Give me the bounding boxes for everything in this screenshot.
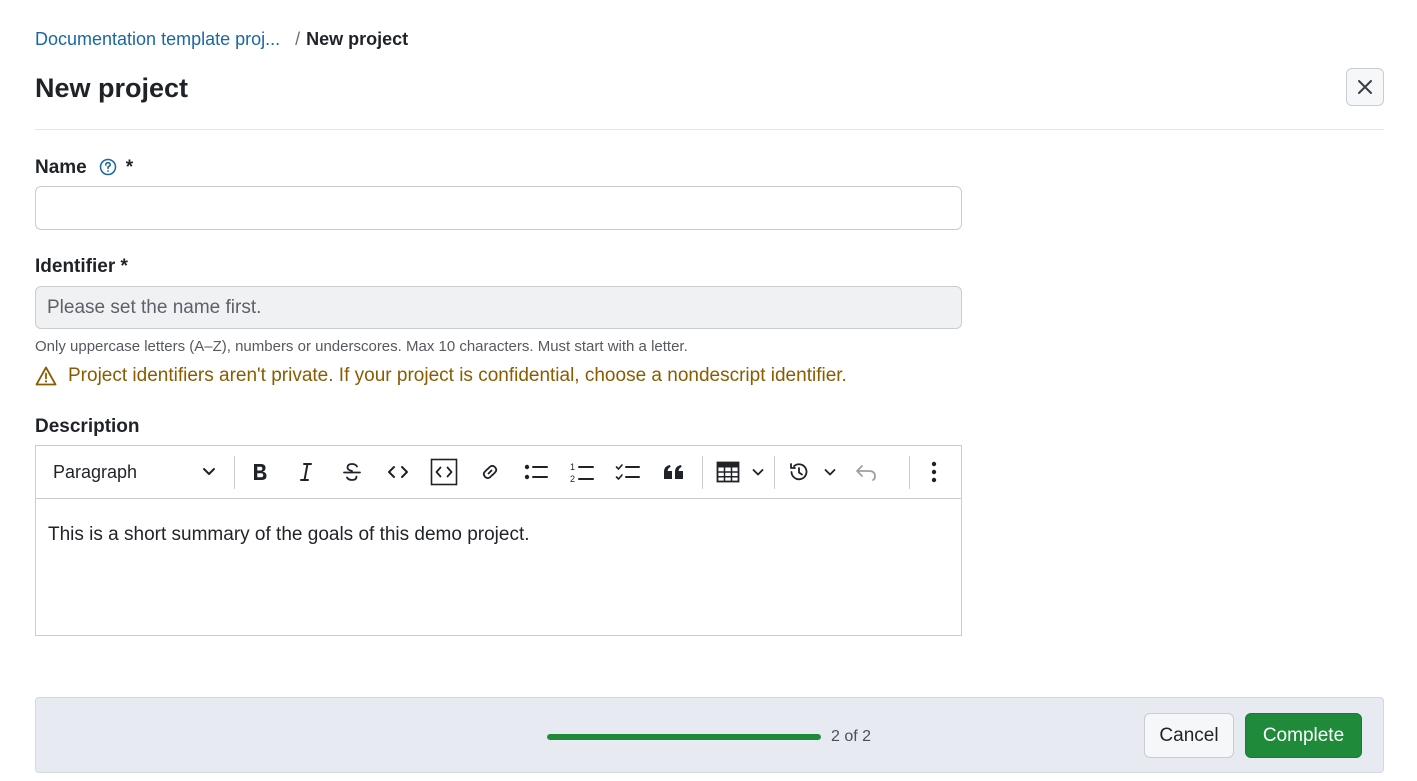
cancel-button[interactable]: Cancel (1144, 713, 1234, 758)
toolbar-divider (702, 456, 703, 489)
task-list-icon (615, 464, 640, 480)
strikethrough-icon (343, 463, 361, 481)
more-options-button[interactable] (916, 454, 952, 490)
progress-bar (547, 734, 821, 740)
identifier-warning: Project identifiers aren't private. If y… (35, 363, 847, 389)
description-label: Description (35, 416, 140, 437)
bulleted-list-icon (524, 464, 548, 480)
table-button[interactable] (712, 454, 768, 490)
description-editor: Paragraph 12 This is a short summary of … (35, 445, 962, 636)
numbered-list-button[interactable]: 12 (564, 454, 600, 490)
bulleted-list-button[interactable] (518, 454, 554, 490)
breadcrumb-separator: / (295, 28, 301, 49)
toolbar-divider (909, 456, 910, 489)
inline-code-icon (388, 466, 408, 478)
chevron-down-icon (752, 468, 764, 475)
numbered-list-icon: 12 (570, 462, 594, 484)
name-input[interactable] (35, 186, 962, 230)
bold-icon (254, 464, 267, 480)
description-content[interactable]: This is a short summary of the goals of … (36, 499, 961, 571)
close-button[interactable] (1346, 68, 1384, 106)
block-style-value: Paragraph (53, 461, 138, 482)
inline-code-button[interactable] (380, 454, 416, 490)
blockquote-icon (664, 465, 683, 479)
breadcrumb: Documentation template proj... / New pro… (35, 27, 408, 51)
identifier-input (35, 286, 962, 329)
task-list-button[interactable] (610, 454, 646, 490)
page-title: New project (35, 73, 189, 103)
link-icon (482, 464, 498, 480)
blockquote-button[interactable] (656, 454, 692, 490)
wizard-footer: 2 of 2 Cancel Complete (35, 697, 1384, 773)
undo-button[interactable] (848, 454, 884, 490)
identifier-hint: Only uppercase letters (A–Z), numbers or… (35, 338, 688, 355)
chevron-down-icon (824, 468, 836, 475)
help-icon[interactable] (99, 158, 117, 176)
step-indicator: 2 of 2 (831, 728, 872, 745)
progress-bar-fill (547, 734, 821, 740)
strikethrough-button[interactable] (334, 454, 370, 490)
history-icon (790, 463, 808, 481)
complete-button[interactable]: Complete (1245, 713, 1362, 758)
italic-icon (300, 463, 312, 481)
close-icon (1358, 80, 1372, 94)
table-icon (716, 461, 740, 483)
code-block-button[interactable] (426, 454, 462, 490)
identifier-label: Identifier * (35, 256, 128, 277)
bold-button[interactable] (242, 454, 278, 490)
editor-toolbar: Paragraph 12 (36, 446, 961, 499)
chevron-down-icon (203, 468, 215, 475)
undo-icon (856, 465, 876, 481)
required-mark: * (125, 157, 134, 178)
more-vertical-icon (931, 461, 937, 483)
toolbar-divider (774, 456, 775, 489)
warning-icon (35, 366, 57, 386)
identifier-warning-text: Project identifiers aren't private. If y… (68, 365, 847, 386)
link-button[interactable] (472, 454, 508, 490)
italic-button[interactable] (288, 454, 324, 490)
svg-text:2: 2 (570, 474, 575, 484)
name-label-text: Name (35, 157, 87, 178)
name-label: Name * (35, 156, 133, 180)
history-button[interactable] (784, 454, 840, 490)
breadcrumb-current: New project (306, 28, 409, 49)
breadcrumb-parent-link[interactable]: Documentation template proj... (35, 29, 280, 50)
code-block-icon (430, 458, 458, 486)
toolbar-divider (234, 456, 235, 489)
header-divider (35, 129, 1384, 130)
block-style-select[interactable]: Paragraph (44, 454, 224, 490)
svg-text:1: 1 (570, 462, 575, 472)
